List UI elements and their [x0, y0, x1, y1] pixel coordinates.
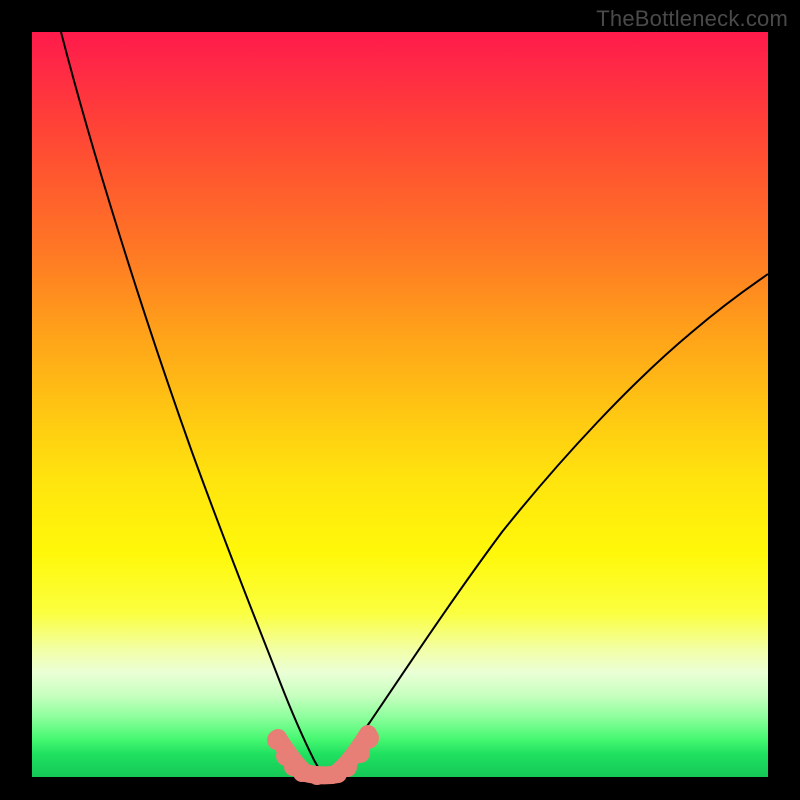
plot-area	[32, 32, 768, 777]
marker-dot	[357, 727, 379, 749]
marker-dot	[293, 764, 311, 782]
watermark-text: TheBottleneck.com	[596, 6, 788, 32]
chart-frame: TheBottleneck.com	[0, 0, 800, 800]
left-curve	[61, 32, 324, 776]
chart-curves	[32, 32, 768, 777]
right-curve	[324, 274, 768, 776]
